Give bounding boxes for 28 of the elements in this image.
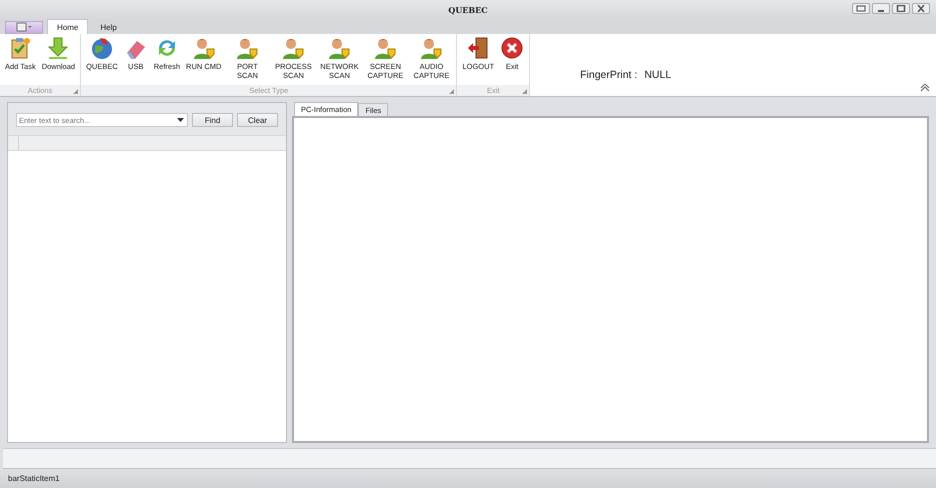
collapse-ribbon-icon[interactable] (920, 84, 930, 92)
window-title: QUEBEC (448, 4, 488, 14)
user-shield-icon (419, 36, 444, 60)
menu-icon (16, 22, 32, 32)
maximize-button[interactable] (892, 3, 910, 14)
user-shield-icon (192, 36, 216, 60)
restore-icon (856, 5, 866, 12)
close-icon (916, 5, 926, 12)
dropdown-icon[interactable] (177, 118, 184, 122)
user-shield-icon (281, 36, 306, 60)
close-button[interactable] (912, 3, 930, 14)
ribbon-tab[interactable]: Home (47, 19, 88, 34)
application-menu-button[interactable] (5, 21, 43, 34)
search-button[interactable]: Find (192, 113, 233, 127)
fingerprint-label: FingerPrint : (580, 69, 638, 83)
fingerprint-value: NULL (644, 69, 672, 83)
user-shield-icon (327, 36, 352, 60)
search-button[interactable]: Clear (237, 113, 278, 127)
door-icon (466, 36, 490, 60)
user-shield-icon (235, 36, 260, 60)
status-text: barStaticItem1 (8, 474, 60, 483)
download-icon (46, 36, 70, 60)
user-shield-icon (373, 36, 398, 60)
maximize-icon (896, 5, 906, 12)
minimize-button[interactable] (872, 3, 890, 14)
ribbon-tab[interactable]: Help (90, 19, 127, 34)
restore-button[interactable] (852, 3, 870, 14)
globe-icon (90, 36, 114, 60)
